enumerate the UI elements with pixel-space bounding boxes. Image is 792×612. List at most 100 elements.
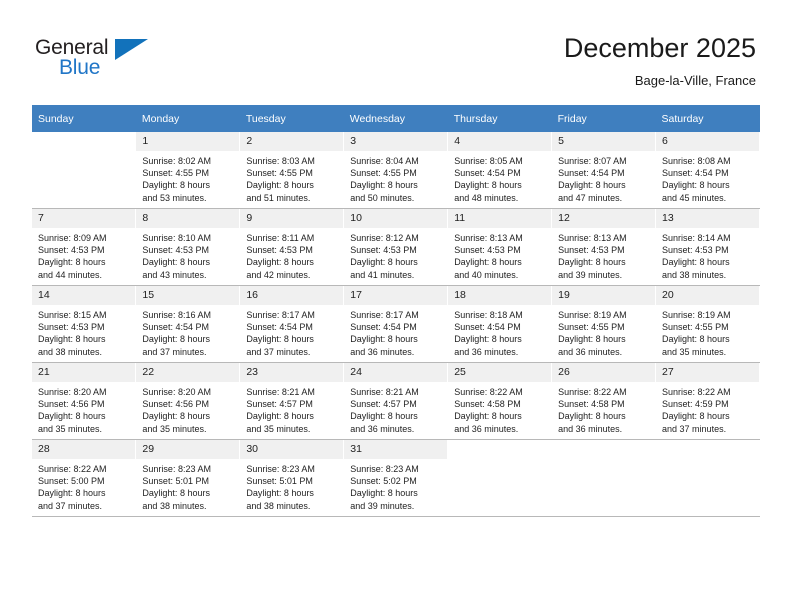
calendar-cell-inner: 29 Sunrise: 8:23 AM Sunset: 5:01 PM Dayligh… xyxy=(136,440,240,516)
day-sunset-text: Sunset: 4:55 PM xyxy=(662,322,729,333)
calendar-day-cell[interactable]: 6 Sunrise: 8:08 AM Sunset: 4:54 PM Daylight… xyxy=(655,132,760,209)
calendar-cell-inner: 23 Sunrise: 8:21 AM Sunset: 4:57 PM Dayligh… xyxy=(240,363,344,439)
day-sunrise-text: Sunrise: 8:03 AM xyxy=(246,156,315,166)
calendar-cell-inner: 11 Sunrise: 8:13 AM Sunset: 4:53 PM Dayligh… xyxy=(448,209,552,285)
calendar-day-cell[interactable]: 31 Sunrise: 8:23 AM Sunset: 5:02 PM Dayligh… xyxy=(343,439,449,517)
day-number: 31 xyxy=(344,440,448,459)
day-daylight2-text: and 38 minutes. xyxy=(142,500,207,511)
calendar-day-cell[interactable]: 18 Sunrise: 8:18 AM Sunset: 4:54 PM Dayligh… xyxy=(447,285,553,363)
day-number xyxy=(448,440,552,459)
calendar-day-cell[interactable]: 29 Sunrise: 8:23 AM Sunset: 5:01 PM Dayligh… xyxy=(135,439,241,517)
sunrise-sunset-calendar: Sunday Monday Tuesday Wednesday Thursday Frid… xyxy=(32,105,760,517)
calendar-day-cell[interactable]: 11 Sunrise: 8:13 AM Sunset: 4:53 PM Dayligh… xyxy=(447,208,553,286)
calendar-day-cell[interactable]: 2 Sunrise: 8:03 AM Sunset: 4:55 PM Daylight… xyxy=(239,132,345,209)
day-detail: Sunrise: 8:13 AM Sunset: 4:53 PM Daylight:… xyxy=(448,228,551,281)
day-detail: Sunrise: 8:23 AM Sunset: 5:01 PM Daylight:… xyxy=(240,459,343,512)
day-sunset-text: Sunset: 4:55 PM xyxy=(142,168,209,179)
day-sunset-text: Sunset: 5:01 PM xyxy=(246,476,313,487)
calendar-cell-inner: 16 Sunrise: 8:17 AM Sunset: 4:54 PM Dayligh… xyxy=(240,286,344,362)
logo-text-blue: Blue xyxy=(59,56,101,79)
day-number: 19 xyxy=(552,286,656,305)
day-number: 17 xyxy=(344,286,448,305)
weekday-header-friday: Friday xyxy=(551,105,656,132)
day-daylight1-text: Daylight: 8 hours xyxy=(246,334,314,345)
day-daylight1-text: Daylight: 8 hours xyxy=(142,488,210,499)
calendar-day-cell[interactable]: 14 Sunrise: 8:15 AM Sunset: 4:53 PM Dayligh… xyxy=(32,285,137,363)
day-daylight2-text: and 42 minutes. xyxy=(246,269,311,280)
day-daylight2-text: and 37 minutes. xyxy=(662,423,727,434)
day-number: 1 xyxy=(136,132,240,151)
day-sunrise-text: Sunrise: 8:17 AM xyxy=(350,310,419,320)
calendar-day-cell[interactable]: 25 Sunrise: 8:22 AM Sunset: 4:58 PM Dayligh… xyxy=(447,362,553,440)
calendar-day-cell[interactable]: 16 Sunrise: 8:17 AM Sunset: 4:54 PM Dayligh… xyxy=(239,285,345,363)
calendar-day-cell[interactable]: 9 Sunrise: 8:11 AM Sunset: 4:53 PM Daylight… xyxy=(239,208,345,286)
calendar-cell-inner: 1 Sunrise: 8:02 AM Sunset: 4:55 PM Daylight… xyxy=(136,132,240,208)
day-daylight1-text: Daylight: 8 hours xyxy=(558,180,626,191)
day-daylight1-text: Daylight: 8 hours xyxy=(246,488,314,499)
day-daylight1-text: Daylight: 8 hours xyxy=(350,257,418,268)
day-daylight1-text: Daylight: 8 hours xyxy=(558,411,626,422)
calendar-cell-inner: 8 Sunrise: 8:10 AM Sunset: 4:53 PM Daylight… xyxy=(136,209,240,285)
calendar-day-cell[interactable]: 17 Sunrise: 8:17 AM Sunset: 4:54 PM Dayligh… xyxy=(343,285,449,363)
calendar-day-cell[interactable]: 15 Sunrise: 8:16 AM Sunset: 4:54 PM Dayligh… xyxy=(135,285,241,363)
day-sunset-text: Sunset: 4:54 PM xyxy=(246,322,313,333)
calendar-day-cell[interactable]: 21 Sunrise: 8:20 AM Sunset: 4:56 PM Dayligh… xyxy=(32,362,137,440)
calendar-cell-empty xyxy=(447,439,553,517)
calendar-cell-inner: 31 Sunrise: 8:23 AM Sunset: 5:02 PM Dayligh… xyxy=(344,440,448,516)
day-detail: Sunrise: 8:22 AM Sunset: 5:00 PM Daylight:… xyxy=(32,459,135,512)
day-sunset-text: Sunset: 4:53 PM xyxy=(142,245,209,256)
day-daylight2-text: and 37 minutes. xyxy=(38,500,103,511)
day-sunset-text: Sunset: 4:53 PM xyxy=(558,245,625,256)
day-sunset-text: Sunset: 4:53 PM xyxy=(38,322,105,333)
calendar-day-cell[interactable]: 10 Sunrise: 8:12 AM Sunset: 4:53 PM Dayligh… xyxy=(343,208,449,286)
day-detail: Sunrise: 8:10 AM Sunset: 4:53 PM Daylight:… xyxy=(136,228,239,281)
day-detail: Sunrise: 8:19 AM Sunset: 4:55 PM Daylight:… xyxy=(656,305,759,358)
calendar-day-cell[interactable]: 23 Sunrise: 8:21 AM Sunset: 4:57 PM Dayligh… xyxy=(239,362,345,440)
day-daylight1-text: Daylight: 8 hours xyxy=(246,180,314,191)
calendar-day-cell[interactable]: 1 Sunrise: 8:02 AM Sunset: 4:55 PM Daylight… xyxy=(135,132,241,209)
calendar-day-cell[interactable]: 26 Sunrise: 8:22 AM Sunset: 4:58 PM Dayligh… xyxy=(551,362,657,440)
day-number: 30 xyxy=(240,440,344,459)
calendar-day-cell[interactable]: 19 Sunrise: 8:19 AM Sunset: 4:55 PM Dayligh… xyxy=(551,285,657,363)
general-blue-logo[interactable]: General Blue xyxy=(35,36,155,86)
weekday-header-sunday: Sunday xyxy=(32,105,136,132)
calendar-day-cell[interactable]: 22 Sunrise: 8:20 AM Sunset: 4:56 PM Dayligh… xyxy=(135,362,241,440)
calendar-cell-inner: 27 Sunrise: 8:22 AM Sunset: 4:59 PM Dayligh… xyxy=(656,363,759,439)
day-sunset-text: Sunset: 4:54 PM xyxy=(350,322,417,333)
day-daylight1-text: Daylight: 8 hours xyxy=(142,411,210,422)
calendar-day-cell[interactable]: 8 Sunrise: 8:10 AM Sunset: 4:53 PM Daylight… xyxy=(135,208,241,286)
calendar-day-cell[interactable]: 7 Sunrise: 8:09 AM Sunset: 4:53 PM Daylight… xyxy=(32,208,137,286)
day-daylight2-text: and 47 minutes. xyxy=(558,192,623,203)
calendar-day-cell[interactable]: 12 Sunrise: 8:13 AM Sunset: 4:53 PM Dayligh… xyxy=(551,208,657,286)
calendar-day-cell[interactable]: 4 Sunrise: 8:05 AM Sunset: 4:54 PM Daylight… xyxy=(447,132,553,209)
day-number: 22 xyxy=(136,363,240,382)
day-detail: Sunrise: 8:21 AM Sunset: 4:57 PM Daylight:… xyxy=(344,382,447,435)
day-sunrise-text: Sunrise: 8:22 AM xyxy=(454,387,523,397)
weekday-header-tuesday: Tuesday xyxy=(239,105,344,132)
day-daylight1-text: Daylight: 8 hours xyxy=(454,334,522,345)
calendar-cell-inner: 28 Sunrise: 8:22 AM Sunset: 5:00 PM Dayligh… xyxy=(32,440,136,516)
day-daylight2-text: and 50 minutes. xyxy=(350,192,415,203)
day-sunrise-text: Sunrise: 8:21 AM xyxy=(246,387,315,397)
calendar-day-cell[interactable]: 27 Sunrise: 8:22 AM Sunset: 4:59 PM Dayligh… xyxy=(655,362,760,440)
page-title: December 2025 xyxy=(563,33,756,63)
calendar-day-cell[interactable]: 24 Sunrise: 8:21 AM Sunset: 4:57 PM Dayligh… xyxy=(343,362,449,440)
calendar-cell-inner: 4 Sunrise: 8:05 AM Sunset: 4:54 PM Daylight… xyxy=(448,132,552,208)
calendar-cell-inner xyxy=(656,440,759,516)
day-number: 8 xyxy=(136,209,240,228)
calendar-day-cell[interactable]: 30 Sunrise: 8:23 AM Sunset: 5:01 PM Dayligh… xyxy=(239,439,345,517)
calendar-day-cell[interactable]: 5 Sunrise: 8:07 AM Sunset: 4:54 PM Daylight… xyxy=(551,132,657,209)
calendar-day-cell[interactable]: 3 Sunrise: 8:04 AM Sunset: 4:55 PM Daylight… xyxy=(343,132,449,209)
calendar-header-row: Sunday Monday Tuesday Wednesday Thursday Frid… xyxy=(32,105,760,132)
day-sunrise-text: Sunrise: 8:13 AM xyxy=(454,233,523,243)
day-sunset-text: Sunset: 4:54 PM xyxy=(454,322,521,333)
calendar-cell-inner: 18 Sunrise: 8:18 AM Sunset: 4:54 PM Dayligh… xyxy=(448,286,552,362)
day-number: 29 xyxy=(136,440,240,459)
day-daylight2-text: and 37 minutes. xyxy=(246,346,311,357)
calendar-cell-inner: 6 Sunrise: 8:08 AM Sunset: 4:54 PM Daylight… xyxy=(656,132,759,208)
calendar-day-cell[interactable]: 20 Sunrise: 8:19 AM Sunset: 4:55 PM Dayligh… xyxy=(655,285,760,363)
day-daylight2-text: and 48 minutes. xyxy=(454,192,519,203)
calendar-day-cell[interactable]: 13 Sunrise: 8:14 AM Sunset: 4:53 PM Dayligh… xyxy=(655,208,760,286)
day-detail: Sunrise: 8:23 AM Sunset: 5:02 PM Daylight:… xyxy=(344,459,447,512)
calendar-day-cell[interactable]: 28 Sunrise: 8:22 AM Sunset: 5:00 PM Dayligh… xyxy=(32,439,137,517)
